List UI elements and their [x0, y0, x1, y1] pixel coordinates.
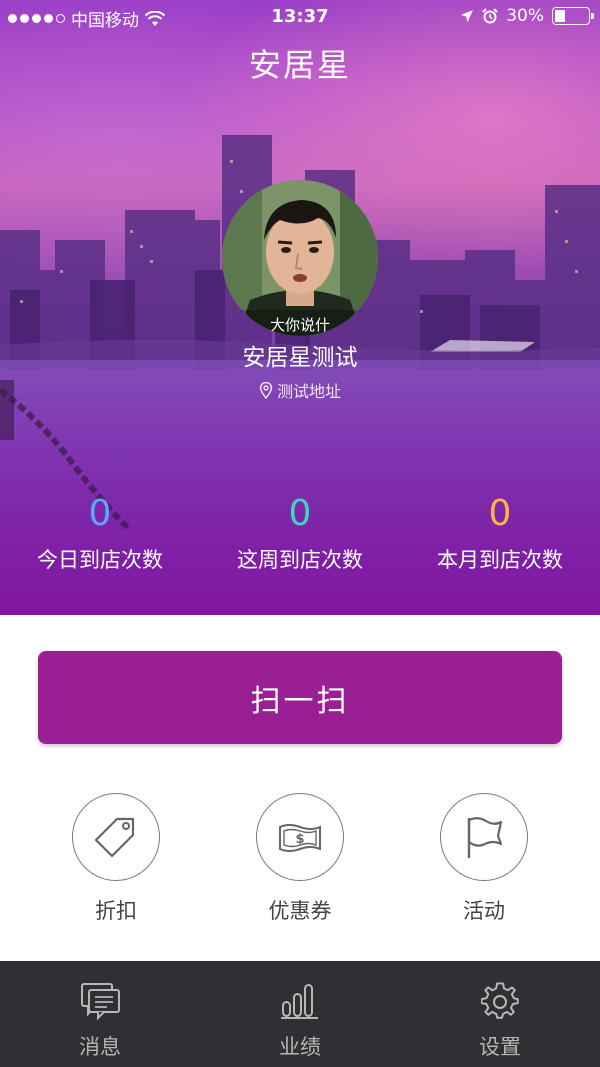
location-pin-icon — [259, 381, 273, 399]
gear-icon — [481, 982, 519, 1019]
activity-action-circle[interactable] — [440, 793, 528, 881]
store-address: 测试地址 — [0, 378, 600, 402]
bottom-tab-bar: 消息 业绩 设置 — [0, 961, 600, 1067]
discount-action-circle[interactable] — [72, 793, 160, 881]
price-tag-icon — [94, 817, 135, 858]
quick-actions: 折扣 $ 优惠券 活动 — [0, 793, 600, 923]
tab-settings[interactable]: 设置 — [400, 961, 600, 1067]
location-arrow-icon — [461, 10, 474, 22]
discount-action[interactable]: 折扣 — [46, 793, 186, 925]
battery-level — [555, 10, 565, 22]
stat-today: 0 今日到店次数 — [0, 492, 200, 574]
tab-performance[interactable]: 业绩 — [200, 961, 400, 1067]
avatar[interactable]: 大你说什 — [222, 180, 378, 336]
store-name: 安居星测试 — [242, 345, 358, 371]
avatar-caption: 大你说什 — [270, 316, 330, 334]
avatar-portrait-illustration: 大你说什 — [222, 180, 378, 336]
alarm-clock-icon — [482, 8, 498, 24]
stat-week: 0 这周到店次数 — [200, 492, 400, 574]
battery-icon — [552, 7, 594, 25]
stat-label: 本月到店次数 — [437, 548, 563, 572]
coupon-label: 优惠券 — [268, 899, 332, 923]
message-icon — [81, 983, 120, 1020]
svg-text:$: $ — [295, 832, 304, 847]
coupon-action-circle[interactable]: $ — [256, 793, 344, 881]
activity-action[interactable]: 活动 — [414, 793, 554, 925]
stat-label: 这周到店次数 — [237, 548, 363, 572]
status-bar: 中国移动 13:37 30% — [0, 0, 600, 34]
scan-button[interactable]: 扫一扫 — [38, 651, 562, 744]
page-title: 安居星 — [248, 46, 351, 84]
coupon-action[interactable]: $ 优惠券 — [230, 793, 370, 925]
flag-icon — [467, 817, 503, 858]
status-right: 30% — [460, 6, 594, 26]
stat-label: 今日到店次数 — [37, 548, 163, 572]
stat-value: 0 — [488, 493, 512, 534]
discount-label: 折扣 — [95, 899, 137, 923]
tab-messages-label: 消息 — [79, 1035, 121, 1059]
bar-chart-icon — [281, 984, 318, 1019]
battery-percent: 30% — [506, 6, 544, 26]
store-address-text: 测试地址 — [276, 382, 341, 401]
activity-label: 活动 — [463, 899, 505, 923]
stat-value: 0 — [88, 493, 112, 534]
hero-banner: 中国移动 13:37 30% 安居星 大你说什 安居星测试 测试地址 0 今日到… — [0, 0, 600, 615]
visit-stats: 0 今日到店次数 0 这周到店次数 0 本月到店次数 — [0, 492, 600, 574]
tab-settings-label: 设置 — [479, 1035, 521, 1059]
tab-messages[interactable]: 消息 — [0, 961, 200, 1067]
coupon-cash-icon: $ — [279, 824, 321, 852]
stat-month: 0 本月到店次数 — [400, 492, 600, 574]
stat-value: 0 — [288, 493, 312, 534]
tab-performance-label: 业绩 — [279, 1035, 321, 1059]
